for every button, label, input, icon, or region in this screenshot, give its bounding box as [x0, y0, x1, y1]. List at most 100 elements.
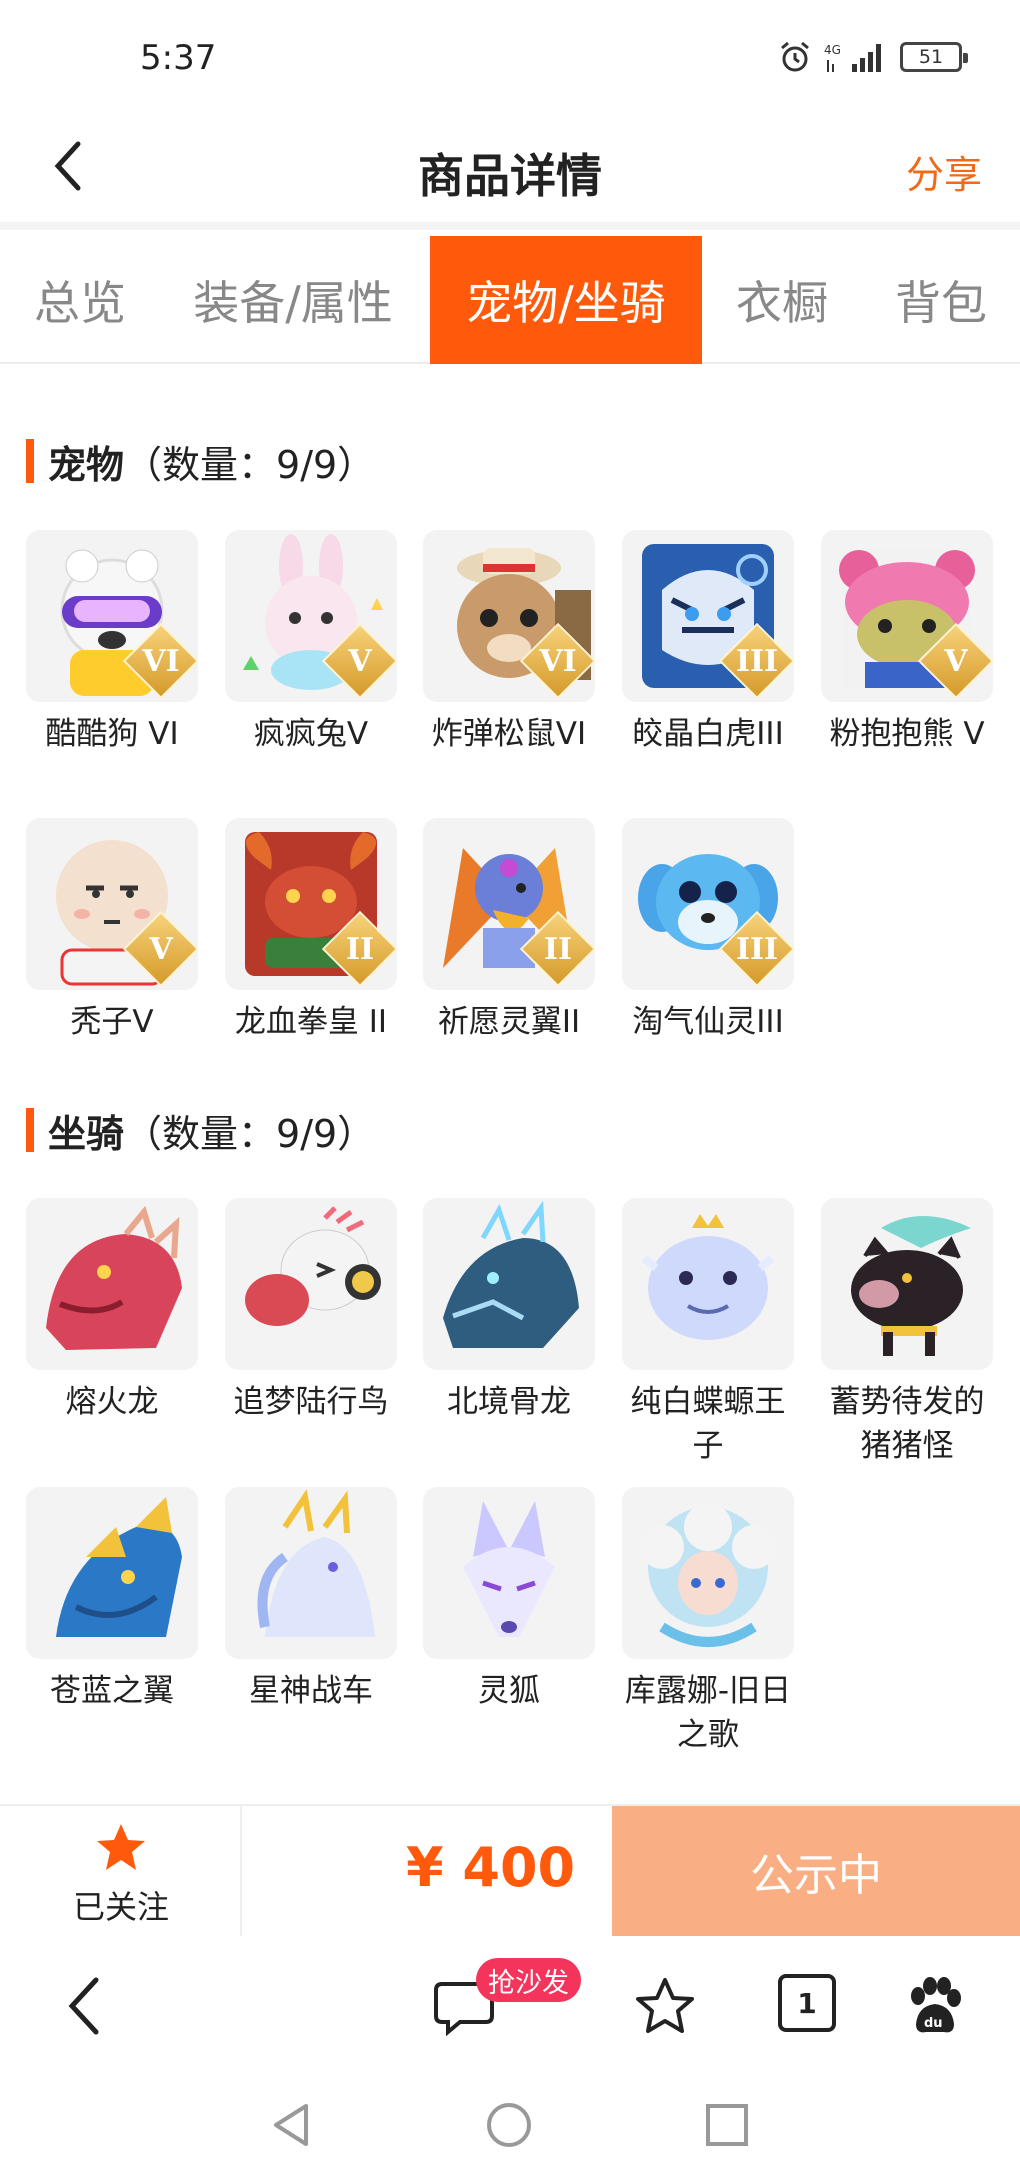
- pet-item[interactable]: II 龙血拳皇 II: [224, 818, 398, 1044]
- mount-item[interactable]: 追梦陆行鸟: [224, 1198, 398, 1424]
- mount-item[interactable]: 灵狐: [422, 1487, 596, 1713]
- tab-bar: 总览 装备/属性 宠物/坐骑 衣橱 背包: [0, 236, 1020, 364]
- pet-image: II: [225, 818, 397, 990]
- svg-text:4G: 4G: [824, 43, 841, 57]
- pet-name: 炸弹松鼠VI: [431, 716, 587, 752]
- pet-image: V: [225, 530, 397, 702]
- rank-badge: V: [944, 643, 968, 679]
- follow-label: 已关注: [72, 1888, 169, 1926]
- pet-name: 淘气仙灵III: [632, 1004, 784, 1040]
- mount-image: [26, 1198, 198, 1370]
- tab-equipment[interactable]: 装备/属性: [178, 236, 408, 364]
- pet-name: 祈愿灵翼II: [437, 1004, 581, 1040]
- mount-image: [821, 1198, 993, 1370]
- price: ¥ 400: [406, 1836, 576, 1899]
- pet-item[interactable]: V 秃子V: [25, 818, 199, 1044]
- mount-item[interactable]: 苍蓝之翼: [25, 1487, 199, 1713]
- mount-image: [423, 1487, 595, 1659]
- rank-badge: V: [348, 643, 372, 679]
- battery-level: 51: [918, 46, 944, 68]
- mount-item[interactable]: 星神战车: [224, 1487, 398, 1713]
- pets-title: 宠物: [48, 442, 125, 487]
- pet-item[interactable]: VI 炸弹松鼠VI: [422, 530, 596, 756]
- mount-name: 星神战车: [249, 1673, 373, 1709]
- mount-item[interactable]: 纯白蝶螈王子: [621, 1198, 795, 1468]
- signal-icon: 4G: [824, 43, 881, 72]
- status-button[interactable]: 公示中: [612, 1806, 1020, 1936]
- rank-badge: VI: [539, 643, 577, 679]
- pet-name: 皎晶白虎III: [632, 716, 784, 752]
- mount-image: [423, 1198, 595, 1370]
- mount-name: 纯白蝶螈王子: [630, 1384, 786, 1464]
- mount-name: 苍蓝之翼: [50, 1673, 174, 1709]
- mount-item[interactable]: 北境骨龙: [422, 1198, 596, 1424]
- status-icons: 4G 51: [778, 40, 968, 74]
- rank-badge: III: [735, 931, 779, 967]
- pet-image: VI: [423, 530, 595, 702]
- mounts-title: 坐骑: [48, 1111, 125, 1156]
- section-accent-bar: [26, 439, 34, 483]
- back-icon[interactable]: [62, 1974, 108, 2038]
- nav-back-icon[interactable]: [268, 2100, 314, 2150]
- share-button[interactable]: 分享: [906, 144, 982, 199]
- pet-item[interactable]: III 淘气仙灵III: [621, 818, 795, 1044]
- pet-image: II: [423, 818, 595, 990]
- mount-item[interactable]: 熔火龙: [25, 1198, 199, 1424]
- action-bar: 已关注 ¥ 400 公示中: [0, 1804, 1020, 1936]
- star-outline-icon[interactable]: [632, 1974, 698, 2038]
- tab-pets-mounts[interactable]: 宠物/坐骑: [430, 236, 702, 364]
- pet-name: 秃子V: [70, 1004, 154, 1040]
- pet-item[interactable]: VI 酷酷狗 VI: [25, 530, 199, 756]
- pets-count: （数量：9/9）: [124, 442, 376, 487]
- pet-name: 酷酷狗 VI: [45, 716, 179, 752]
- mount-name: 熔火龙: [65, 1384, 159, 1420]
- tabs-count-icon[interactable]: 1: [778, 1974, 836, 2032]
- follow-button[interactable]: 已关注: [0, 1806, 242, 1936]
- mounts-section-header: 坐骑 （数量：9/9）: [26, 1105, 376, 1156]
- tab-backpack[interactable]: 背包: [870, 236, 1012, 364]
- page-title: 商品详情: [418, 149, 602, 203]
- header: 商品详情 分享: [0, 110, 1020, 230]
- mount-item[interactable]: 库露娜-旧日之歌: [621, 1487, 795, 1757]
- baidu-paw-icon[interactable]: du: [904, 1974, 966, 2038]
- rank-badge: VI: [142, 643, 180, 679]
- tab-overview[interactable]: 总览: [0, 236, 160, 364]
- nav-recents-icon[interactable]: [704, 2102, 750, 2148]
- pet-item[interactable]: II 祈愿灵翼II: [422, 818, 596, 1044]
- rank-badge: III: [735, 643, 779, 679]
- nav-home-icon[interactable]: [484, 2100, 534, 2150]
- status-time: 5:37: [140, 38, 217, 78]
- pet-image: VI: [26, 530, 198, 702]
- mount-image: [26, 1487, 198, 1659]
- mount-name: 库露娜-旧日之歌: [624, 1673, 792, 1753]
- pet-item[interactable]: V 粉抱抱熊 V: [820, 530, 994, 756]
- mounts-count: （数量：9/9）: [124, 1111, 376, 1156]
- mount-image: [622, 1487, 794, 1659]
- pet-name: 粉抱抱熊 V: [829, 716, 985, 752]
- mount-name: 追梦陆行鸟: [233, 1384, 389, 1420]
- rank-badge: II: [345, 931, 375, 967]
- pet-item[interactable]: V 疯疯兔V: [224, 530, 398, 756]
- pet-image: III: [622, 530, 794, 702]
- rank-badge: II: [543, 931, 573, 967]
- alarm-icon: [781, 41, 809, 72]
- star-filled-icon: [97, 1824, 145, 1870]
- tab-wardrobe[interactable]: 衣橱: [720, 236, 844, 364]
- pet-image: V: [821, 530, 993, 702]
- pet-name: 龙血拳皇 II: [234, 1004, 388, 1040]
- mount-name: 北境骨龙: [447, 1384, 571, 1420]
- section-accent-bar: [26, 1108, 34, 1152]
- mount-name: 蓄势待发的猪猪怪: [829, 1384, 985, 1464]
- pet-name: 疯疯兔V: [253, 716, 369, 752]
- mount-image: [225, 1198, 397, 1370]
- mount-item[interactable]: 蓄势待发的猪猪怪: [820, 1198, 994, 1468]
- pet-image: III: [622, 818, 794, 990]
- sofa-badge: 抢沙发: [476, 1958, 581, 2002]
- browser-toolbar: 抢沙发 1 du: [0, 1936, 1020, 2076]
- mount-image: [225, 1487, 397, 1659]
- mount-image: [622, 1198, 794, 1370]
- pet-item[interactable]: III 皎晶白虎III: [621, 530, 795, 756]
- pets-section-header: 宠物 （数量：9/9）: [26, 436, 376, 487]
- svg-text:du: du: [924, 2016, 943, 2031]
- battery-icon: 51: [900, 42, 968, 72]
